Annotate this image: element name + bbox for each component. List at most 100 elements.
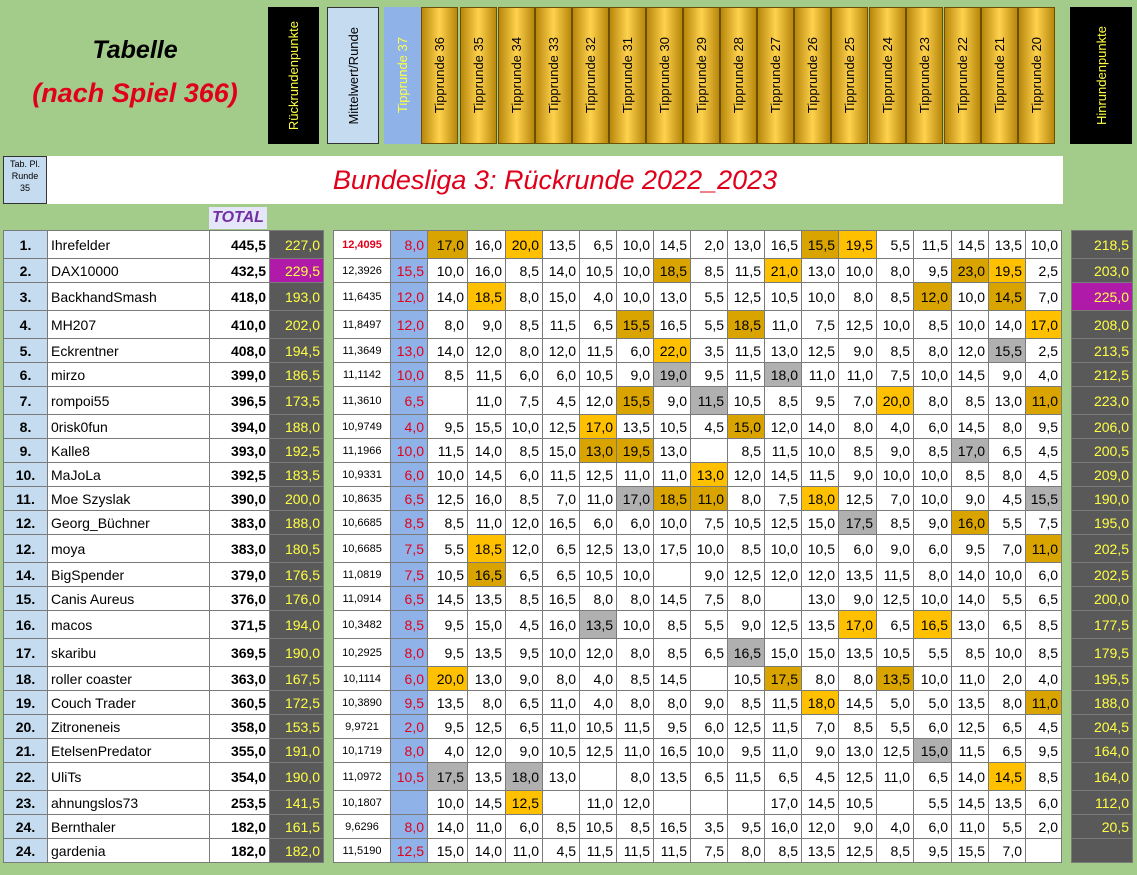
tipprunde-35-cell: 11,0 xyxy=(467,510,506,535)
tipprunde-37-cell: 8,0 xyxy=(390,638,428,667)
player-name-cell: moya xyxy=(47,534,210,563)
rueckrunde-cell: 167,5 xyxy=(269,666,324,691)
tipprunde-29-cell: 4,5 xyxy=(690,414,728,439)
gap-cell xyxy=(323,714,334,739)
tipprunde-25-cell: 12,5 xyxy=(838,762,877,791)
tipprunde-36-cell: 14,0 xyxy=(427,282,468,311)
rueckrunde-cell: 194,5 xyxy=(269,338,324,363)
tipprunde-35-cell: 12,0 xyxy=(467,738,506,763)
place-cell: 15. xyxy=(3,586,48,611)
tipprunde-25-cell: 13,5 xyxy=(838,638,877,667)
tipprunde-31-cell: 11,5 xyxy=(616,838,654,863)
total-cell: 418,0 xyxy=(209,282,270,311)
hinrunde-cell: 209,0 xyxy=(1071,462,1133,487)
player-name-cell: skaribu xyxy=(47,638,210,667)
tipprunde-32-cell: 11,5 xyxy=(579,338,617,363)
gap-cell xyxy=(1061,738,1072,763)
tipprunde-30-cell: 8,5 xyxy=(653,638,691,667)
tipprunde-32-cell: 6,5 xyxy=(579,310,617,339)
tipprunde-35-cell: 14,5 xyxy=(467,790,506,815)
tipprunde-30-cell: 11,5 xyxy=(653,838,691,863)
total-cell: 396,5 xyxy=(209,386,270,415)
tipprunde-29-cell: 9,0 xyxy=(690,690,728,715)
gap-cell xyxy=(1061,258,1072,283)
tipprunde-35-cell: 15,0 xyxy=(467,610,506,639)
rueckrunde-cell: 186,5 xyxy=(269,362,324,387)
total-cell: 354,0 xyxy=(209,762,270,791)
place-cell: 18. xyxy=(3,666,48,691)
tipprunde-35-cell: 11,0 xyxy=(467,386,506,415)
tipprunde-37-cell: 8,5 xyxy=(390,510,428,535)
tipprunde-23-cell: 6,0 xyxy=(913,714,952,739)
tipprunde-23-cell: 6,0 xyxy=(913,414,952,439)
mittelwert-cell: 10,9331 xyxy=(333,462,391,487)
tipprunde-27-cell: 11,5 xyxy=(764,690,802,715)
tipprunde-20-cell: 2,5 xyxy=(1025,258,1062,283)
tipprunde-23-cell: 15,0 xyxy=(913,738,952,763)
tipprunde-25-cell: 13,0 xyxy=(838,738,877,763)
total-cell: 394,0 xyxy=(209,414,270,439)
gap-cell xyxy=(1061,486,1072,511)
place-cell: 12. xyxy=(3,510,48,535)
gap-cell xyxy=(323,282,334,311)
total-cell: 371,5 xyxy=(209,610,270,639)
tipprunde-37-cell: 6,5 xyxy=(390,386,428,415)
tipprunde-28-cell: 12,5 xyxy=(727,562,765,587)
tipprunde-26-cell: 18,0 xyxy=(801,690,839,715)
tipprunde-32-cell: 10,5 xyxy=(579,258,617,283)
tipprunde-24-cell: 8,5 xyxy=(876,338,914,363)
tipprunde-34-cell: 9,5 xyxy=(505,638,543,667)
tipprunde-33-cell: 16,0 xyxy=(542,610,580,639)
hinrunde-cell: 195,0 xyxy=(1071,510,1133,535)
tipprunde-32-cell: 10,5 xyxy=(579,814,617,839)
tipprunde-20-cell: 4,0 xyxy=(1025,362,1062,387)
tipprunde-33-cell: 11,0 xyxy=(542,714,580,739)
tipprunde-25-cell: 8,0 xyxy=(838,282,877,311)
hinrunde-cell: 212,5 xyxy=(1071,362,1133,387)
total-cell: 390,0 xyxy=(209,486,270,511)
header-hinrundenpunkte: Hinrundenpunkte xyxy=(1070,7,1132,144)
tipprunde-35-cell: 11,5 xyxy=(467,362,506,387)
gap-cell xyxy=(323,610,334,639)
tipprunde-26-cell: 11,0 xyxy=(801,362,839,387)
tipprunde-21-cell: 19,5 xyxy=(988,258,1026,283)
tipprunde-22-cell: 14,0 xyxy=(951,562,989,587)
tipprunde-30-cell: 18,5 xyxy=(653,486,691,511)
tipprunde-21-cell: 8,0 xyxy=(988,690,1026,715)
tipprunde-32-cell: 12,0 xyxy=(579,386,617,415)
tipprunde-32-cell: 11,0 xyxy=(579,486,617,511)
mittelwert-cell: 11,8497 xyxy=(333,310,391,339)
tipprunde-28-cell: 9,5 xyxy=(727,814,765,839)
gap-cell xyxy=(323,738,334,763)
tipprunde-33-cell: 4,5 xyxy=(542,386,580,415)
tipprunde-26-cell: 12,0 xyxy=(801,562,839,587)
gap-cell xyxy=(323,666,334,691)
mittelwert-cell: 11,3649 xyxy=(333,338,391,363)
tipprunde-27-cell: 11,5 xyxy=(764,714,802,739)
tipprunde-27-cell: 11,5 xyxy=(764,438,802,463)
tipprunde-33-cell: 11,5 xyxy=(542,310,580,339)
total-cell: 369,5 xyxy=(209,638,270,667)
tipprunde-20-cell: 7,5 xyxy=(1025,510,1062,535)
hinrunde-cell: 213,5 xyxy=(1071,338,1133,363)
gap-cell xyxy=(1061,610,1072,639)
tipprunde-28-cell: 11,5 xyxy=(727,362,765,387)
tipprunde-29-cell: 10,0 xyxy=(690,534,728,563)
tipprunde-26-cell: 14,5 xyxy=(801,790,839,815)
tipprunde-31-cell: 12,0 xyxy=(616,790,654,815)
hinrunde-cell: 225,0 xyxy=(1071,282,1133,311)
tipprunde-23-cell: 9,0 xyxy=(913,510,952,535)
tipprunde-28-cell: 13,0 xyxy=(727,230,765,259)
player-name-cell: Canis Aureus xyxy=(47,586,210,611)
tipprunde-23-cell: 10,0 xyxy=(913,362,952,387)
hinrunde-cell: 164,0 xyxy=(1071,738,1133,763)
tipprunde-22-cell: 11,5 xyxy=(951,738,989,763)
table-row: 12. Georg_Büchner 383,0 188,0 10,6685 8,5 8,5 1… xyxy=(3,510,1133,535)
tipprunde-23-cell: 16,5 xyxy=(913,610,952,639)
tipprunde-28-cell: 9,5 xyxy=(727,738,765,763)
total-cell: 393,0 xyxy=(209,438,270,463)
header-tipprunde-31: Tipprunde 31 xyxy=(609,7,646,144)
gap-cell xyxy=(323,338,334,363)
title-after-game: (nach Spiel 366) xyxy=(32,78,238,108)
banner-title: Bundesliga 3: Rückrunde 2022_2023 xyxy=(47,156,1063,204)
